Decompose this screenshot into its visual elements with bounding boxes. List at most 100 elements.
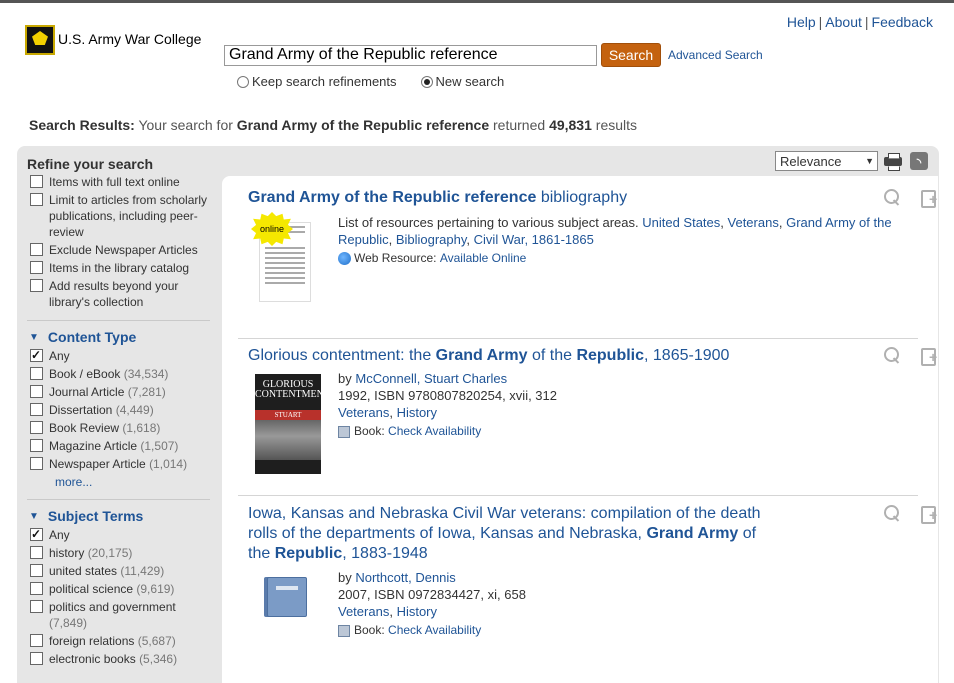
radio-unselected-icon [237,75,249,88]
publication-info: 2007, ISBN 0972834427, xi, 658 [338,587,526,602]
rss-feed-icon[interactable]: ◝ [910,152,928,170]
chevron-down-icon: ▼ [865,156,874,166]
result-thumbnail[interactable]: online [251,212,321,304]
results-summary: Search Results: Your search for Grand Ar… [29,117,638,133]
content-type-newspaper[interactable]: Newspaper Article (1,014) [27,456,213,472]
subject-link[interactable]: Veterans [338,604,389,619]
preview-magnify-icon[interactable] [883,188,901,206]
add-to-folder-icon[interactable] [920,346,938,366]
subject-united-states[interactable]: united states (11,429) [27,563,213,579]
subject-link[interactable]: Civil War, 1861-1865 [474,232,594,247]
checkbox-icon[interactable] [30,403,43,416]
preview-magnify-icon[interactable] [883,504,901,522]
advanced-search-link[interactable]: Advanced Search [668,48,763,62]
checkbox-icon[interactable] [30,582,43,595]
keep-refinements-radio[interactable]: Keep search refinements [237,74,397,89]
available-online-link[interactable]: Available Online [440,250,527,267]
content-type-journal[interactable]: Journal Article (7,281) [27,384,213,400]
search-button[interactable]: Search [601,43,661,67]
author-link[interactable]: Northcott, Dennis [355,570,455,585]
checkbox-icon[interactable] [30,243,43,256]
result-thumbnail[interactable] [253,569,321,629]
result-description: List of resources pertaining to various … [338,215,639,230]
preview-magnify-icon[interactable] [883,346,901,364]
checkbox-icon[interactable] [30,546,43,559]
result-thumbnail[interactable]: GLORIOUS CONTENTMENT STUART McCONNELL [253,370,330,474]
subject-political-science[interactable]: political science (9,619) [27,581,213,597]
book-icon [338,624,350,637]
divider [27,499,210,500]
check-availability-link[interactable]: Check Availability [388,622,481,639]
checkbox-icon[interactable] [30,457,43,470]
subject-any[interactable]: Any [27,526,213,543]
subject-link[interactable]: Bibliography [396,232,467,247]
search-input[interactable] [224,44,597,66]
result-title[interactable]: Glorious contentment: the Grand Army of … [248,346,808,366]
checkbox-icon[interactable] [30,175,43,188]
generic-book-icon [267,577,307,617]
content-type-magazine[interactable]: Magazine Article (1,507) [27,438,213,454]
sort-select[interactable]: Relevance ▼ [775,151,878,171]
subject-foreign-relations[interactable]: foreign relations (5,687) [27,633,213,649]
feedback-link[interactable]: Feedback [872,14,933,30]
check-availability-link[interactable]: Check Availability [388,423,481,440]
checkbox-icon[interactable] [30,385,43,398]
triangle-down-icon: ▼ [29,331,39,343]
book-cover: GLORIOUS CONTENTMENT STUART McCONNELL [255,374,330,474]
subject-link[interactable]: Veterans [728,215,779,230]
checkbox-icon[interactable] [30,634,43,647]
checkbox-icon[interactable] [30,279,43,292]
content-type-dissertation[interactable]: Dissertation (4,449) [27,402,213,418]
checkbox-checked-icon[interactable] [30,526,43,542]
refine-scholarly[interactable]: Limit to articles from scholarly publica… [27,192,213,240]
subject-link[interactable]: Veterans [338,405,389,420]
top-links: Help | About | Feedback [786,14,933,30]
checkbox-icon[interactable] [30,367,43,380]
content-type-more-link[interactable]: more... [55,475,213,489]
subject-history[interactable]: history (20,175) [27,545,213,561]
subject-terms-heading[interactable]: ▼ Subject Terms [27,508,213,524]
book-icon [338,425,350,438]
subject-link[interactable]: United States [642,215,720,230]
author-link[interactable]: McConnell, Stuart Charles [355,371,507,386]
about-link[interactable]: About [825,14,862,30]
content-type-book[interactable]: Book / eBook (34,534) [27,366,213,382]
triangle-down-icon: ▼ [29,510,39,522]
result-title[interactable]: Iowa, Kansas and Nebraska Civil War vete… [248,504,778,564]
subject-politics-government[interactable]: politics and government (7,849) [27,599,213,631]
checkbox-checked-icon[interactable] [30,347,43,363]
help-link[interactable]: Help [787,14,816,30]
radio-selected-icon [420,75,433,88]
globe-icon [338,252,351,265]
checkbox-icon[interactable] [30,421,43,434]
subject-electronic-books[interactable]: electronic books (5,346) [27,651,213,667]
checkbox-icon[interactable] [30,193,43,206]
content-type-heading[interactable]: ▼ Content Type [27,329,213,345]
checkbox-icon[interactable] [30,439,43,452]
subject-link[interactable]: History [397,405,437,420]
logo[interactable]: U.S. Army War College [25,25,201,55]
content-type-book-review[interactable]: Book Review (1,618) [27,420,213,436]
add-to-folder-icon[interactable] [920,504,938,524]
sort-bar: Relevance ▼ ◝ [775,151,928,171]
divider [27,320,210,321]
checkbox-icon[interactable] [30,564,43,577]
publication-info: 1992, ISBN 9780807820254, xvii, 312 [338,388,558,403]
refine-exclude-newspaper[interactable]: Exclude Newspaper Articles [27,242,213,258]
checkbox-icon[interactable] [30,261,43,274]
result-title[interactable]: Grand Army of the Republic reference bib… [248,188,778,208]
content-type-any[interactable]: Any [27,347,213,364]
refine-beyond-collection[interactable]: Add results beyond your library's collec… [27,278,213,310]
result-item: Grand Army of the Republic reference bib… [248,188,937,304]
add-to-folder-icon[interactable] [920,188,938,208]
print-icon[interactable] [884,153,902,169]
refine-library-catalog[interactable]: Items in the library catalog [27,260,213,276]
subject-link[interactable]: History [397,604,437,619]
result-item: Glorious contentment: the Grand Army of … [248,346,937,474]
checkbox-icon[interactable] [30,652,43,665]
checkbox-icon[interactable] [30,600,43,613]
result-divider [238,495,918,496]
refine-full-text[interactable]: Items with full text online [27,174,213,190]
search-bar: Search Advanced Search [224,43,763,67]
new-search-radio[interactable]: New search [420,74,504,89]
